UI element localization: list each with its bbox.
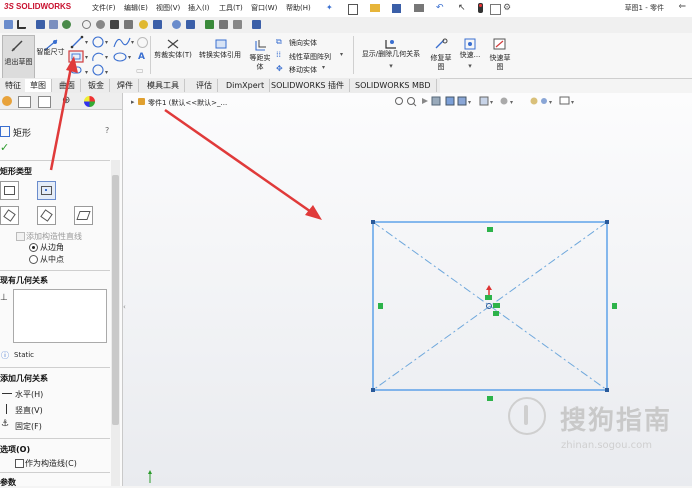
watermark-text: 搜狗指南 [559, 406, 672, 436]
arrow-head [66, 56, 78, 73]
arrow-to-sketch [164, 108, 315, 216]
watermark-logo [508, 397, 546, 435]
watermark-url: zhinan.sogou.com [560, 440, 652, 451]
arrow-to-rectangle-tool [49, 61, 74, 171]
arrow-head [305, 205, 322, 220]
